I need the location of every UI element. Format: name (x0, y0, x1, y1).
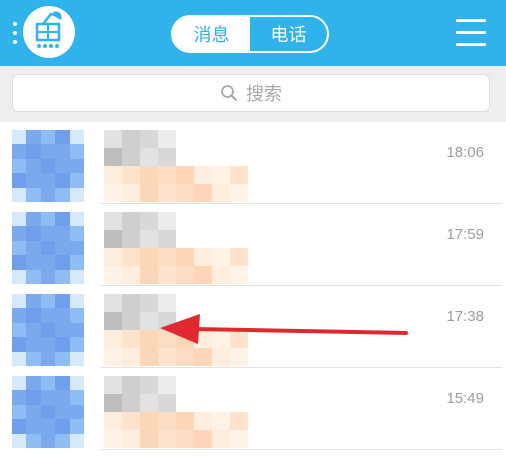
message-preview-blurred (104, 330, 248, 366)
search-input[interactable]: 搜索 (12, 74, 490, 112)
fish-logo-icon (35, 11, 62, 48)
avatar (12, 212, 84, 284)
timestamp: 17:59 (446, 226, 484, 243)
message-preview-blurred (104, 166, 248, 202)
conversation-row[interactable]: 18:06 (0, 122, 506, 204)
tab-messages[interactable]: 消息 (173, 17, 250, 51)
app-logo-avatar[interactable] (23, 6, 75, 58)
message-preview-blurred (104, 412, 248, 448)
search-area: 搜索 (0, 66, 506, 122)
hamburger-menu-icon[interactable] (456, 19, 486, 47)
message-preview-blurred (104, 248, 248, 284)
search-icon (221, 85, 237, 101)
contact-name-blurred (104, 130, 176, 166)
search-placeholder: 搜索 (246, 84, 282, 105)
divider (100, 449, 502, 450)
conversation-row[interactable]: 17:59 (0, 204, 506, 286)
contact-name-blurred (104, 376, 176, 412)
avatar (12, 376, 84, 448)
conversation-row[interactable]: 15:49 (0, 368, 506, 450)
avatar (12, 130, 84, 202)
avatar (12, 294, 84, 366)
tab-calls[interactable]: 电话 (250, 17, 327, 51)
top-bar: 消息 电话 (0, 0, 506, 66)
contact-name-blurred (104, 212, 176, 248)
timestamp: 15:49 (446, 390, 484, 407)
conversation-row[interactable]: 17:38 (0, 286, 506, 368)
message-call-toggle: 消息 电话 (171, 15, 329, 53)
more-options-icon[interactable] (12, 22, 18, 44)
contact-name-blurred (104, 294, 176, 330)
conversation-list: 18:06 17:59 17:38 15:49 (0, 122, 506, 450)
timestamp: 17:38 (446, 308, 484, 325)
timestamp: 18:06 (446, 144, 484, 161)
